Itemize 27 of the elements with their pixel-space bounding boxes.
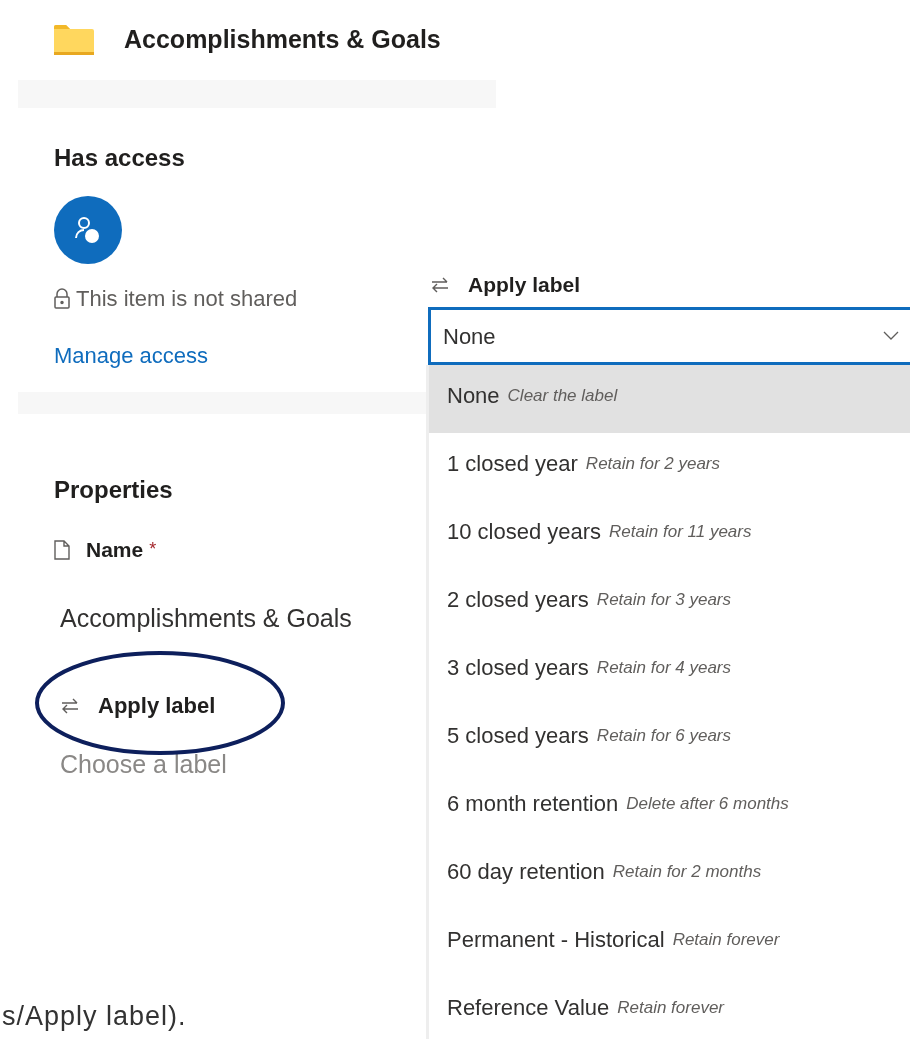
lock-icon bbox=[54, 287, 70, 310]
share-status: This item is not shared bbox=[76, 285, 298, 313]
option-description: Retain for 2 years bbox=[585, 453, 721, 475]
option-description: Delete after 6 months bbox=[626, 793, 789, 815]
caption-text: s/Apply label). bbox=[2, 1000, 187, 1033]
option-description: Clear the label bbox=[507, 385, 618, 407]
chevron-down-icon bbox=[883, 331, 899, 341]
required-mark: * bbox=[149, 538, 157, 562]
label-select-field[interactable]: None bbox=[428, 307, 910, 365]
option-description: Retain forever bbox=[617, 997, 725, 1019]
folder-icon bbox=[54, 25, 94, 55]
option-description: Retain for 4 years bbox=[596, 657, 732, 679]
option-description: Retain for 6 years bbox=[596, 725, 732, 747]
dropdown-option[interactable]: None Clear the label bbox=[429, 365, 910, 433]
field-label: Name bbox=[86, 537, 144, 563]
document-icon bbox=[54, 539, 70, 560]
dropdown-label: Apply label bbox=[468, 271, 581, 298]
swap-arrows-icon bbox=[60, 697, 80, 714]
section-heading: Has access bbox=[54, 143, 186, 173]
section-heading: Properties bbox=[54, 475, 174, 505]
option-description: Retain forever bbox=[672, 929, 780, 951]
field-label: Apply label bbox=[98, 692, 216, 720]
option-description: Retain for 3 years bbox=[596, 589, 732, 611]
option-description: Retain for 2 months bbox=[612, 861, 762, 883]
option-description: Retain for 11 years bbox=[609, 521, 752, 543]
swap-arrows-icon bbox=[430, 276, 450, 293]
item-title: Accomplishments & Goals bbox=[124, 24, 441, 56]
